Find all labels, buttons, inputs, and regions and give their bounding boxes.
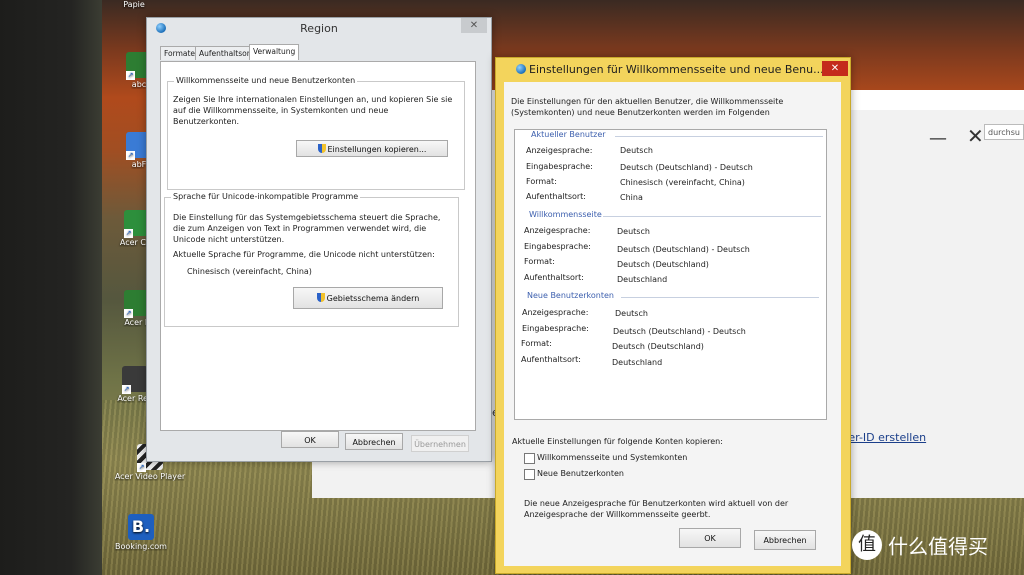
section-heading-current-user: Aktueller Benutzer (531, 130, 606, 139)
ok-button[interactable]: OK (679, 528, 741, 548)
row-value: Deutsch (Deutschland) - Deutsch (620, 163, 753, 172)
welcome-group: Willkommensseite und neue Benutzerkonten… (167, 76, 465, 190)
group-legend: Willkommensseite und neue Benutzerkonten (174, 76, 358, 85)
copy-settings-button[interactable]: Einstellungen kopieren... (296, 140, 448, 157)
region-window: Region ✕ Formate Aufenthaltsort Verwaltu… (146, 17, 492, 462)
settings-listbox[interactable]: Aktueller Benutzer Anzeigesprache: Deuts… (514, 129, 827, 420)
checkbox-welcome-system[interactable] (524, 453, 535, 464)
row-label: Eingabesprache: (526, 162, 593, 171)
dialog-client-area: Die Einstellungen für den aktuellen Benu… (504, 82, 841, 566)
current-language-label: Aktuelle Sprache für Programme, die Unic… (173, 250, 435, 259)
unicode-group: Sprache für Unicode-inkompatible Program… (164, 192, 459, 327)
monitor-bezel (0, 0, 102, 575)
row-label: Eingabesprache: (522, 324, 589, 333)
desktop-icon-label: Acer Video Player (114, 472, 186, 481)
button-label: Gebietsschema ändern (326, 294, 420, 303)
row-label: Anzeigesprache: (524, 226, 591, 235)
row-value: Deutsch (Deutschland) (612, 342, 704, 351)
region-titlebar[interactable]: Region ✕ (147, 18, 491, 40)
tab-aufenthaltsort[interactable]: Aufenthaltsort (195, 46, 257, 60)
row-label: Anzeigesprache: (526, 146, 593, 155)
row-label: Eingabesprache: (524, 242, 591, 251)
cancel-button[interactable]: Abbrechen (345, 433, 403, 450)
row-value: China (620, 193, 643, 202)
row-label: Aufenthaltsort: (521, 355, 582, 364)
row-value: Deutsch (620, 146, 653, 155)
welcome-settings-dialog: Einstellungen für Willkommensseite und n… (495, 57, 851, 574)
row-value: Deutsch (Deutschland) - Deutsch (613, 327, 746, 336)
window-title: Region (300, 22, 338, 35)
search-placeholder: durchsu (988, 128, 1020, 137)
tab-verwaltung[interactable]: Verwaltung (249, 44, 300, 60)
checkbox-label[interactable]: Willkommensseite und Systemkonten (537, 453, 687, 462)
group-description: Zeigen Sie Ihre internationalen Einstell… (173, 95, 453, 126)
section-heading-welcome: Willkommensseite (529, 210, 602, 219)
booking-icon: B. (128, 514, 154, 540)
desktop-icon-papie[interactable]: Papie (105, 0, 163, 9)
row-label: Format: (524, 257, 555, 266)
change-locale-button[interactable]: Gebietsschema ändern (293, 287, 443, 309)
checkbox-label[interactable]: Neue Benutzerkonten (537, 469, 624, 478)
row-value: Deutschland (612, 358, 663, 367)
close-icon[interactable]: ✕ (967, 124, 984, 148)
watermark-text: 什么值得买 (888, 534, 988, 559)
window-title: Einstellungen für Willkommensseite und n… (529, 63, 824, 76)
section-divider (615, 136, 823, 137)
app-icon (122, 366, 148, 394)
inheritance-note: Die neue Anzeigesprache für Benutzerkont… (524, 499, 789, 519)
search-input[interactable]: durchsu (984, 124, 1024, 140)
ok-button[interactable]: OK (281, 431, 339, 448)
desktop-icon-label: Papie (123, 0, 145, 9)
globe-icon (516, 64, 526, 74)
row-value: Deutsch (617, 227, 650, 236)
section-divider (621, 297, 819, 298)
row-label: Aufenthaltsort: (524, 273, 585, 282)
tab-formate[interactable]: Formate (160, 46, 200, 60)
group-description: Die Einstellung für das Systemgebietssch… (173, 213, 441, 244)
row-label: Format: (526, 177, 557, 186)
desktop-icon-booking[interactable]: B. Booking.com (112, 514, 170, 551)
desktop-icon-label: Booking.com (115, 542, 167, 551)
apply-button[interactable]: Übernehmen (411, 435, 469, 452)
cancel-button[interactable]: Abbrechen (754, 530, 816, 550)
current-language-value: Chinesisch (vereinfacht, China) (187, 267, 312, 276)
row-value: Deutsch (Deutschland) - Deutsch (617, 245, 750, 254)
watermark: 值什么值得买 (852, 530, 988, 560)
minimize-icon[interactable]: — (929, 128, 947, 149)
section-divider (603, 216, 821, 217)
row-value: Deutschland (617, 275, 668, 284)
row-value: Deutsch (Deutschland) (617, 260, 709, 269)
section-heading-new-accounts: Neue Benutzerkonten (527, 291, 614, 300)
shield-icon (316, 293, 325, 302)
shield-icon (317, 144, 326, 153)
close-button[interactable]: ✕ (822, 61, 848, 76)
close-button[interactable]: ✕ (461, 18, 487, 33)
row-value: Deutsch (615, 309, 648, 318)
group-legend: Sprache für Unicode-inkompatible Program… (171, 192, 361, 201)
tab-panel-verwaltung: Willkommensseite und neue Benutzerkonten… (160, 61, 476, 431)
button-label: Einstellungen kopieren... (327, 145, 427, 154)
row-label: Aufenthaltsort: (526, 192, 587, 201)
row-label: Anzeigesprache: (522, 308, 589, 317)
row-label: Format: (521, 339, 552, 348)
copy-settings-label: Aktuelle Einstellungen für folgende Kont… (512, 437, 723, 446)
row-value: Chinesisch (vereinfacht, China) (620, 178, 745, 187)
intro-text: Die Einstellungen für den aktuellen Benu… (511, 97, 784, 117)
watermark-logo: 值 (852, 530, 882, 560)
checkbox-new-accounts[interactable] (524, 469, 535, 480)
